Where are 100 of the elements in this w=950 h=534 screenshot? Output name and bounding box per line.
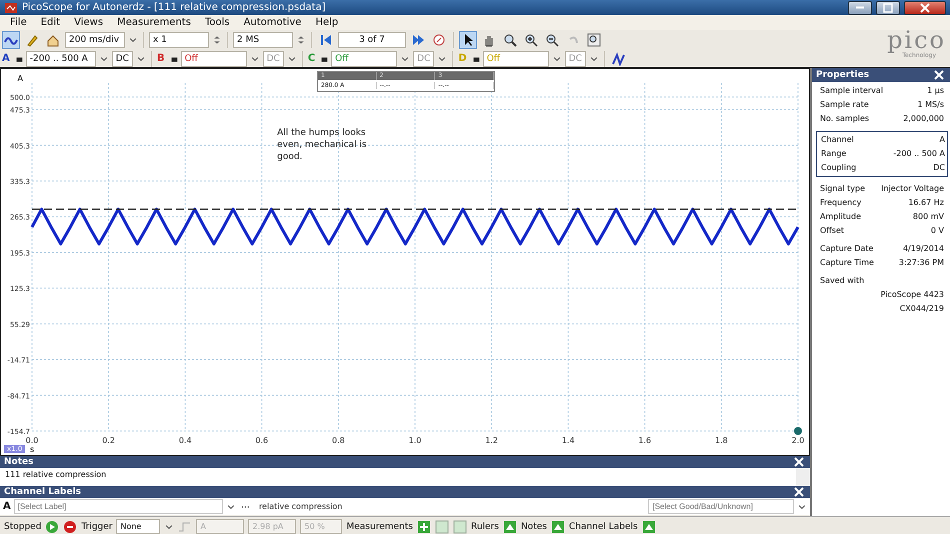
property-label: Channel — [821, 134, 854, 146]
property-label: No. samples — [820, 113, 870, 125]
property-label: Capture Time — [820, 257, 874, 269]
panel-title: Channel Labels — [4, 487, 82, 497]
zoom-fit-icon — [587, 33, 601, 47]
logo-text: pico — [887, 28, 946, 52]
toolbar-label: Notes — [520, 522, 547, 532]
verdict-select[interactable]: [Select Good/Bad/Unknown] — [648, 499, 794, 514]
toolbar-label: Rulers — [470, 522, 499, 532]
property-value: -200 .. 500 A — [893, 148, 945, 160]
advanced-triggers-button[interactable] — [610, 50, 628, 68]
menu-item[interactable]: Edit — [40, 17, 60, 28]
spinner-icon[interactable] — [212, 35, 222, 45]
property-label: Signal type — [820, 183, 865, 195]
property-value: 800 mV — [912, 211, 944, 223]
range-field[interactable]: Off — [180, 50, 247, 66]
range-field[interactable]: -200 .. 500 A — [26, 50, 96, 66]
tool-button[interactable] — [459, 31, 477, 49]
ruler-handle-icon[interactable] — [794, 427, 802, 435]
property-value: 1 µs — [927, 85, 944, 97]
property-label: Capture Date — [820, 243, 874, 255]
menu-item[interactable]: Automotive — [244, 17, 302, 28]
zoom-out-icon — [545, 33, 559, 47]
property-value: 1 MS/s — [918, 99, 944, 111]
channel-letter: A — [3, 501, 11, 512]
stop-icon[interactable] — [63, 520, 78, 534]
scope-mode-button[interactable] — [2, 31, 20, 49]
waveform-icon — [612, 52, 626, 66]
skip-back-icon — [319, 33, 333, 47]
minimize-icon — [855, 6, 865, 9]
menu-item[interactable]: Help — [315, 17, 338, 28]
x-tick-label: 1.0 — [408, 436, 422, 445]
samples-field[interactable]: 2 MS — [233, 32, 293, 48]
property-value: Injector Voltage — [881, 183, 944, 195]
x-tick-label: 0.2 — [102, 436, 115, 445]
menu-item[interactable]: Measurements — [117, 17, 191, 28]
skip-forward-icon — [411, 33, 425, 47]
property-value: A — [940, 134, 945, 146]
property-value: CX044/219 — [900, 303, 944, 315]
property-label: Amplitude — [820, 211, 861, 223]
timebase-field[interactable]: 200 ms/div — [65, 32, 125, 48]
y-axis-unit: A — [18, 74, 23, 83]
menu-item[interactable]: File — [10, 17, 27, 28]
trigger-label: Trigger — [81, 522, 112, 532]
property-label: Sample interval — [820, 85, 884, 97]
notes-text[interactable]: 111 relative compression — [0, 468, 810, 486]
property-label: Coupling — [821, 162, 856, 174]
panel-title: Properties — [816, 70, 870, 80]
status-text: Stopped — [4, 522, 42, 532]
property-value: PicoScope 4423 — [880, 289, 944, 301]
x-tick-label: 2.0 — [792, 436, 804, 445]
property-value: 16.67 Hz — [908, 197, 944, 209]
property-value: 4/19/2014 — [902, 243, 944, 255]
toolbar-label: Channel Labels — [568, 522, 638, 532]
property-label: Offset — [820, 225, 844, 237]
menu-item[interactable]: Tools — [204, 17, 230, 28]
menu-item[interactable]: Views — [74, 17, 104, 28]
close-icon — [932, 68, 946, 82]
pen-icon — [25, 33, 39, 47]
toolbar-label: Measurements — [346, 522, 413, 532]
panel-up-icon[interactable] — [502, 520, 517, 534]
zoom-in-icon — [524, 33, 538, 47]
x-tick-label: 0.0 — [26, 436, 38, 445]
close-button[interactable] — [904, 0, 946, 14]
property-label: Range — [821, 148, 846, 160]
property-label: Saved with — [820, 275, 864, 287]
maximize-button[interactable] — [876, 0, 900, 14]
description-text[interactable]: relative compression — [256, 500, 646, 513]
property-value: 0 V — [930, 225, 944, 237]
property-value: 3:27:36 PM — [898, 257, 944, 269]
property-label: Frequency — [820, 197, 862, 209]
property-value: DC — [933, 162, 945, 174]
x-tick-label: 0.4 — [178, 436, 192, 445]
x-tick-label: 1.6 — [638, 436, 652, 445]
zoom-field[interactable]: x 1 — [149, 32, 209, 48]
annotation-text: All the humps looks even, mechanical is good. — [277, 127, 368, 163]
panel-up-icon[interactable] — [550, 520, 565, 534]
x-axis-unit: s — [30, 445, 34, 454]
x-tick-label: 1.8 — [715, 436, 728, 445]
label-select[interactable]: [Select Label] — [14, 499, 224, 514]
buffer-field[interactable]: 3 of 7 — [338, 32, 406, 48]
trigger-mode-field[interactable]: None — [116, 519, 160, 534]
panel-up-icon[interactable] — [642, 520, 656, 534]
ruler-line[interactable] — [32, 208, 798, 210]
minimize-button[interactable] — [848, 0, 872, 14]
home-icon — [46, 33, 60, 47]
zoom-icon — [503, 33, 517, 47]
add-icon[interactable] — [416, 520, 431, 534]
window-title: PicoScope for Autonerdz - [111 relative compression.psdata] — [22, 2, 327, 13]
app-icon — [4, 0, 18, 14]
range-field[interactable]: Off — [331, 50, 398, 66]
play-icon[interactable] — [45, 520, 60, 534]
coupling-field[interactable]: DC — [112, 50, 133, 66]
spinner-icon[interactable] — [296, 35, 306, 45]
maximize-icon — [881, 0, 895, 14]
panel-title: Notes — [4, 457, 34, 467]
channel-letter[interactable]: B — [156, 53, 165, 64]
tool-button[interactable] — [585, 31, 603, 49]
property-value: 2,000,000 — [903, 113, 944, 125]
channel-letter[interactable]: A — [2, 53, 10, 64]
